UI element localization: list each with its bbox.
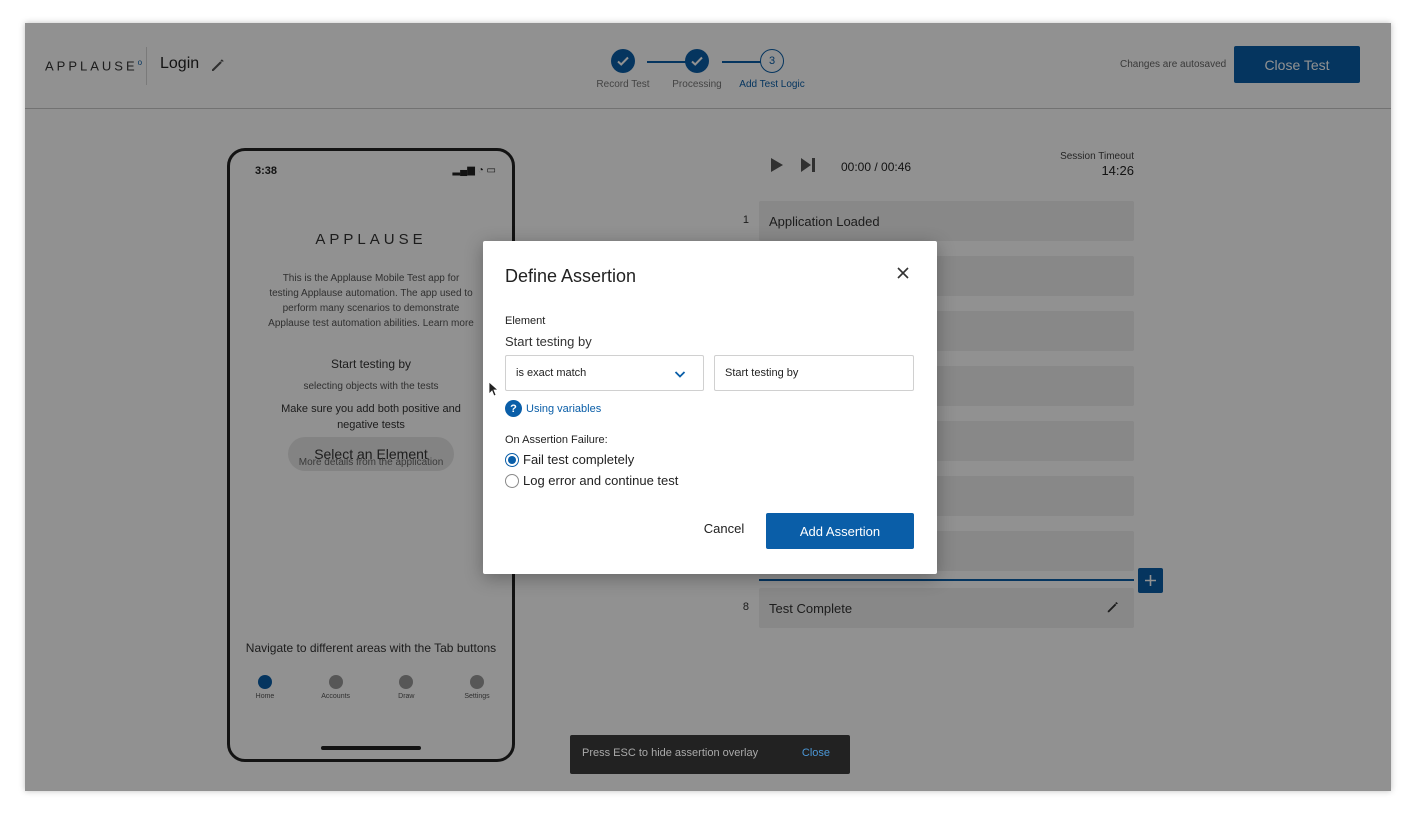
fail-completely-option[interactable]: Fail test completely (505, 452, 634, 467)
add-assertion-button[interactable]: Add Assertion (766, 513, 914, 549)
define-assertion-modal: Define Assertion Element Start testing b… (483, 241, 937, 574)
option-label: Log error and continue test (523, 473, 679, 488)
app-window: APPLAUSEo Login Record Test Processing 3… (25, 23, 1391, 791)
mouse-cursor-icon (488, 381, 500, 397)
toast-text: Press ESC to hide assertion overlay (582, 747, 759, 759)
failure-label: On Assertion Failure: (505, 434, 608, 446)
using-variables-link[interactable]: ? Using variables (505, 400, 601, 417)
modal-title: Define Assertion (505, 266, 637, 286)
log-error-option[interactable]: Log error and continue test (505, 473, 678, 488)
element-label: Element (505, 315, 546, 327)
question-icon: ? (505, 400, 522, 417)
element-value: Start testing by (505, 334, 592, 349)
radio-button[interactable] (505, 452, 519, 467)
cancel-button[interactable]: Cancel (698, 521, 750, 536)
toast-close-link[interactable]: Close (802, 747, 830, 759)
chevron-down-icon (674, 371, 686, 378)
option-label: Fail test completely (523, 452, 635, 467)
radio-button[interactable] (505, 473, 519, 488)
esc-hint-toast: Press ESC to hide assertion overlay Clos… (570, 735, 850, 774)
match-value-input[interactable] (714, 355, 914, 391)
match-type-select[interactable]: is exact match (505, 355, 704, 391)
close-icon[interactable] (895, 265, 911, 281)
